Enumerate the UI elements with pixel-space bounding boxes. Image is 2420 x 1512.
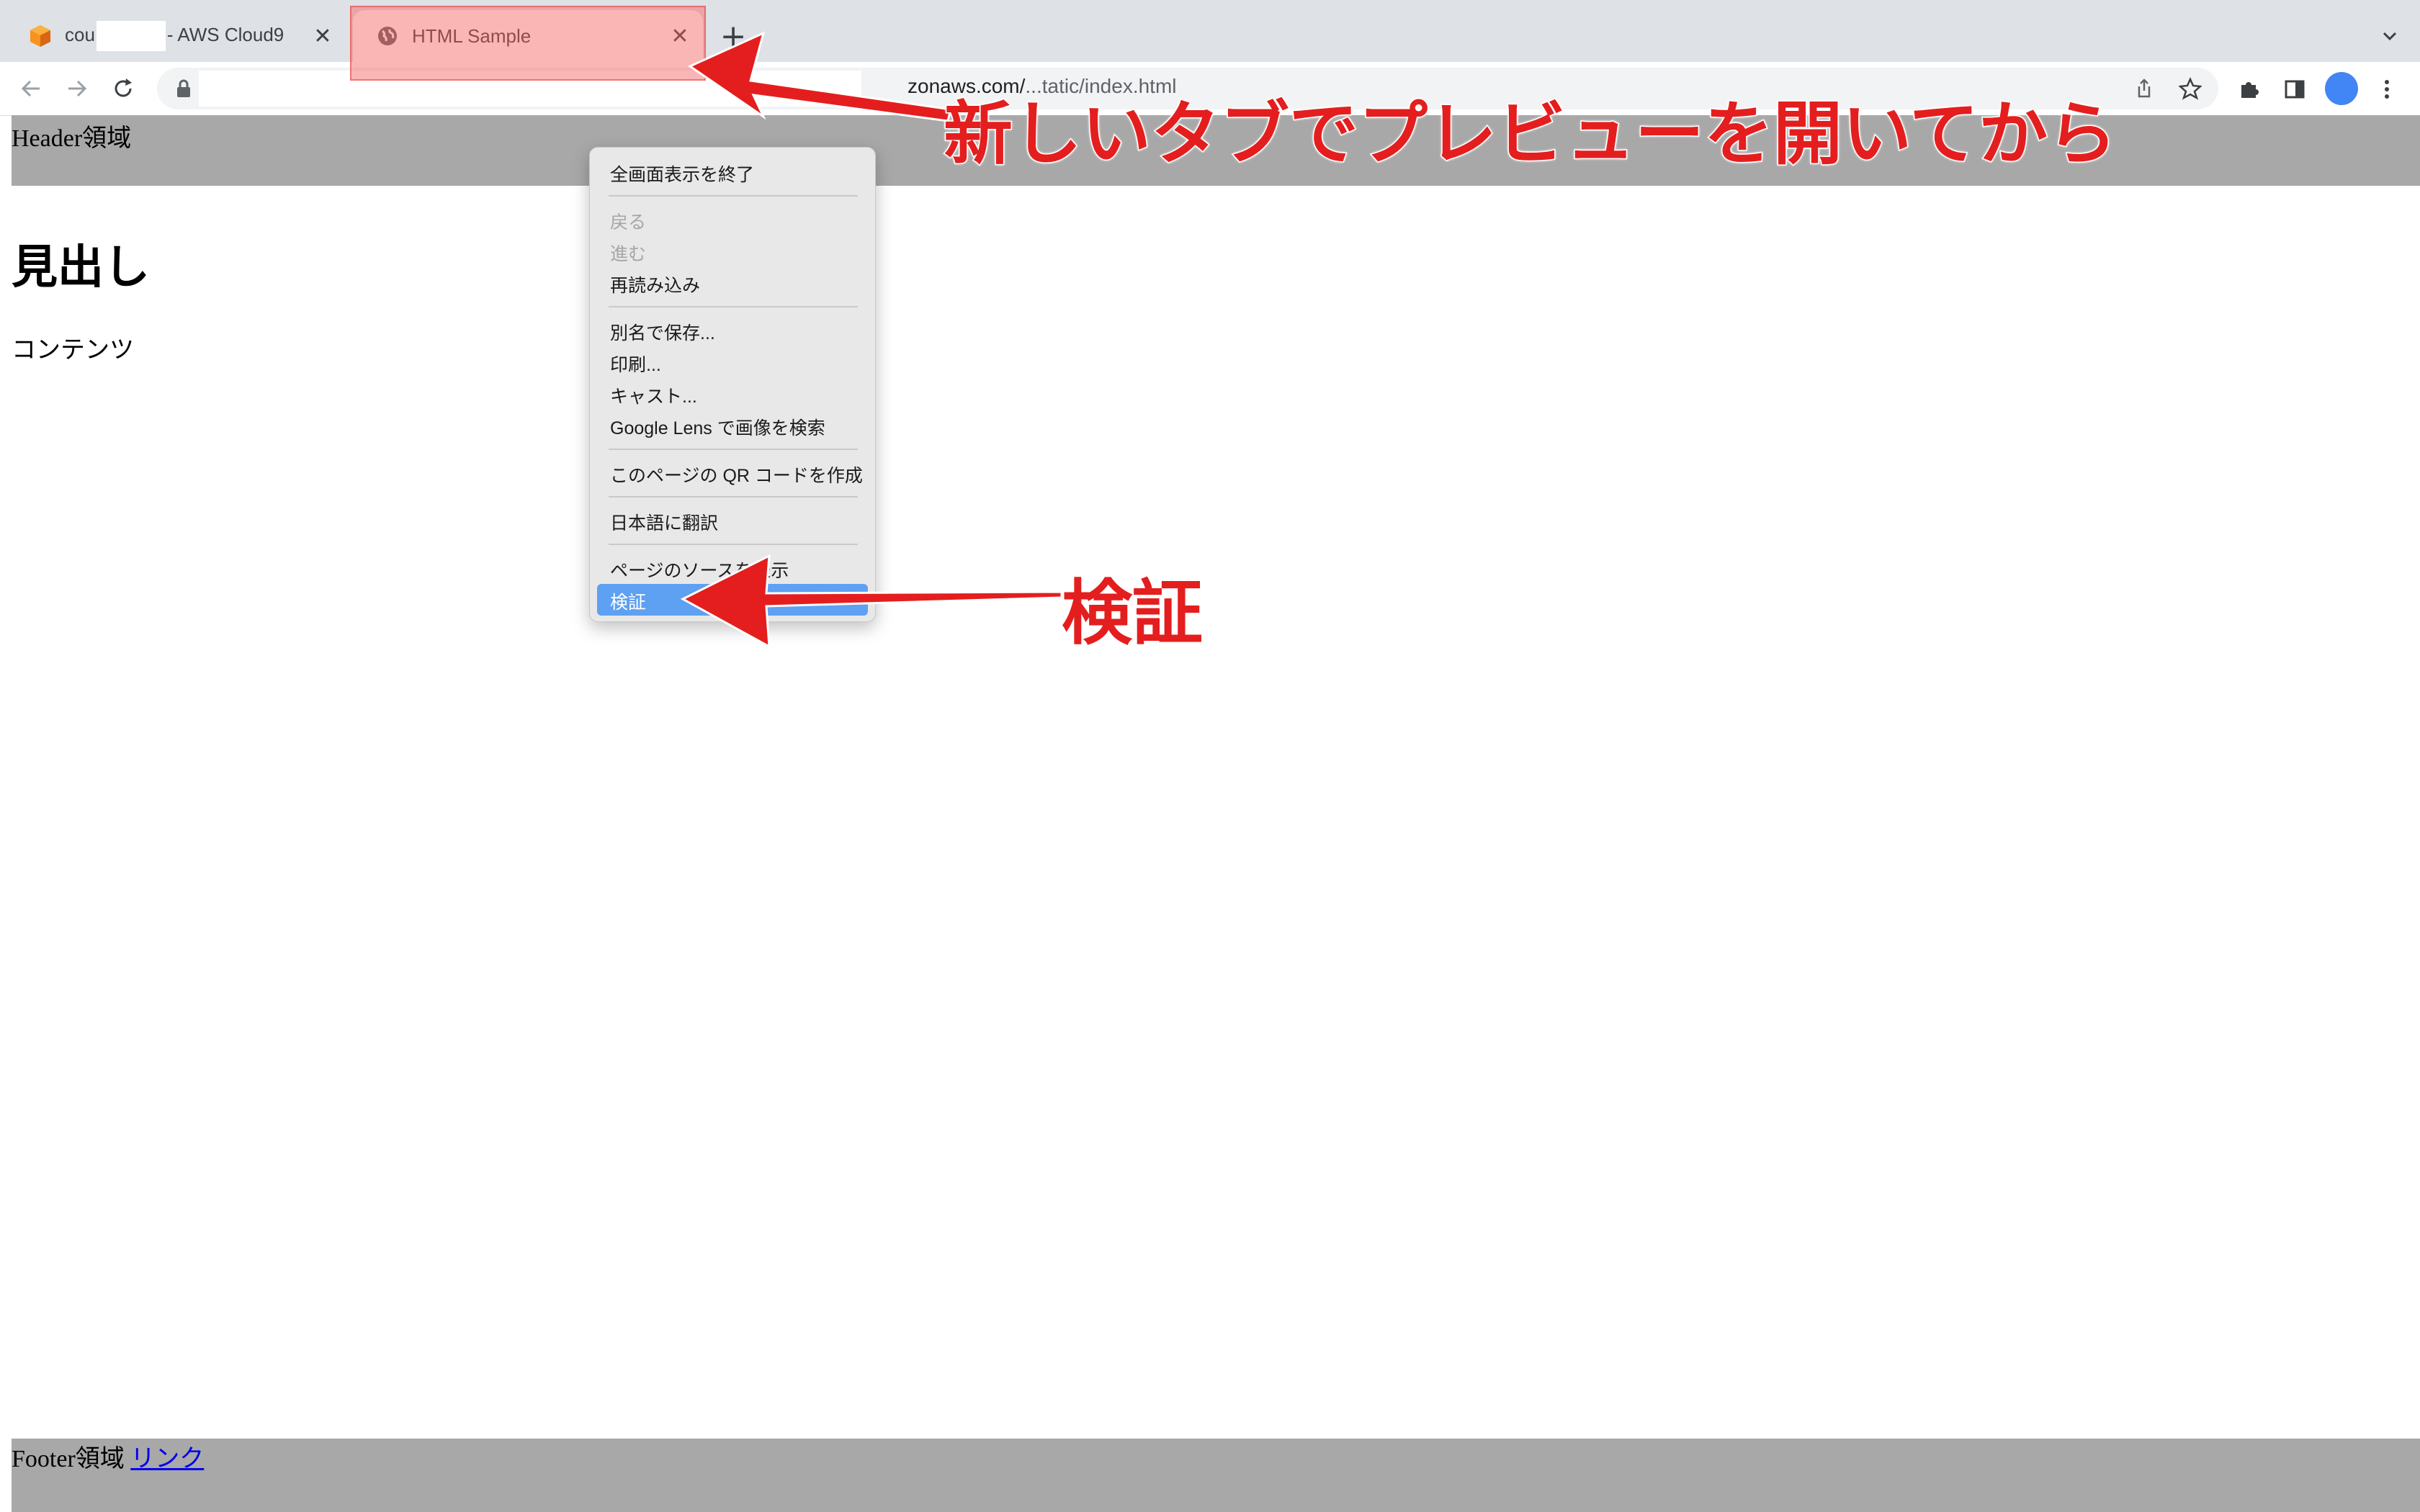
globe-icon	[375, 23, 400, 49]
tab-label: cou - AWS Cloud9	[65, 21, 284, 51]
star-icon[interactable]	[2177, 75, 2204, 102]
tab-html-sample[interactable]: HTML Sample ✕	[353, 10, 703, 62]
forward-arrow-icon[interactable]	[59, 71, 95, 107]
menu-item-qr-code[interactable]: このページの QR コードを作成	[610, 462, 863, 487]
menu-item-forward: 進む	[610, 244, 647, 264]
tab-aws-cloud9[interactable]: cou - AWS Cloud9 ✕	[17, 10, 346, 62]
lock-icon[interactable]	[171, 76, 196, 101]
redaction-box	[199, 71, 861, 107]
page-footer: Footer領域 リンク	[12, 1439, 2420, 1512]
menu-item-inspect[interactable]: 検証	[597, 584, 868, 616]
menu-item-view-source[interactable]: ページのソースを表示	[610, 557, 789, 582]
close-icon[interactable]: ✕	[667, 23, 693, 49]
menu-separator	[609, 544, 858, 545]
back-arrow-icon[interactable]	[13, 71, 49, 107]
menu-item-print[interactable]: 印刷...	[610, 351, 661, 377]
page-heading: 見出し	[12, 242, 150, 293]
page-content: コンテンツ	[12, 337, 134, 364]
new-tab-button[interactable]: +	[714, 17, 752, 55]
annotation-open-preview-note: 新しいタブでプレビューを開いてから	[942, 93, 2118, 176]
share-icon[interactable]	[2130, 75, 2158, 102]
profile-avatar[interactable]	[2325, 72, 2358, 105]
browser-tab-bar: cou - AWS Cloud9 ✕ HTML Sample ✕ +	[0, 0, 2420, 62]
annotation-inspect-note: 検証	[1060, 572, 1204, 656]
footer-text: Footer領域 リンク	[12, 1446, 205, 1472]
reload-icon[interactable]	[105, 71, 141, 107]
close-icon[interactable]: ✕	[310, 23, 336, 49]
menu-item-reload[interactable]: 再読み込み	[610, 271, 700, 297]
menu-item-inspect-label: 検証	[610, 593, 647, 613]
menu-item-translate[interactable]: 日本語に翻訳	[610, 509, 718, 535]
redaction-box	[96, 21, 166, 51]
menu-item-cast[interactable]: キャスト...	[610, 382, 697, 408]
page-viewport: Header領域 見出し コンテンツ Footer領域 リンク	[0, 115, 2420, 1512]
extensions-puzzle-icon[interactable]	[2233, 73, 2264, 105]
kebab-menu-icon[interactable]	[2371, 73, 2403, 105]
cloud9-cube-icon	[27, 23, 53, 49]
chevron-down-icon[interactable]	[2372, 19, 2407, 53]
menu-separator	[609, 195, 858, 197]
screen: cou - AWS Cloud9 ✕ HTML Sample ✕ + zonaw…	[0, 0, 2420, 1512]
context-menu: 全画面表示を終了 戻る 進む 再読み込み 別名で保存... 印刷... キャスト…	[589, 147, 876, 622]
side-panel-icon[interactable]	[2279, 73, 2311, 105]
menu-item-exit-fullscreen[interactable]: 全画面表示を終了	[610, 161, 754, 186]
menu-separator	[609, 496, 858, 498]
header-text: Header領域	[12, 125, 132, 152]
footer-link[interactable]: リンク	[130, 1446, 204, 1472]
menu-separator	[609, 449, 858, 450]
menu-separator	[609, 306, 858, 307]
tab-label: HTML Sample	[412, 24, 532, 47]
menu-item-save-as[interactable]: 別名で保存...	[610, 319, 715, 345]
menu-item-google-lens[interactable]: Google Lens で画像を検索	[610, 414, 825, 440]
menu-item-back: 戻る	[610, 212, 647, 233]
